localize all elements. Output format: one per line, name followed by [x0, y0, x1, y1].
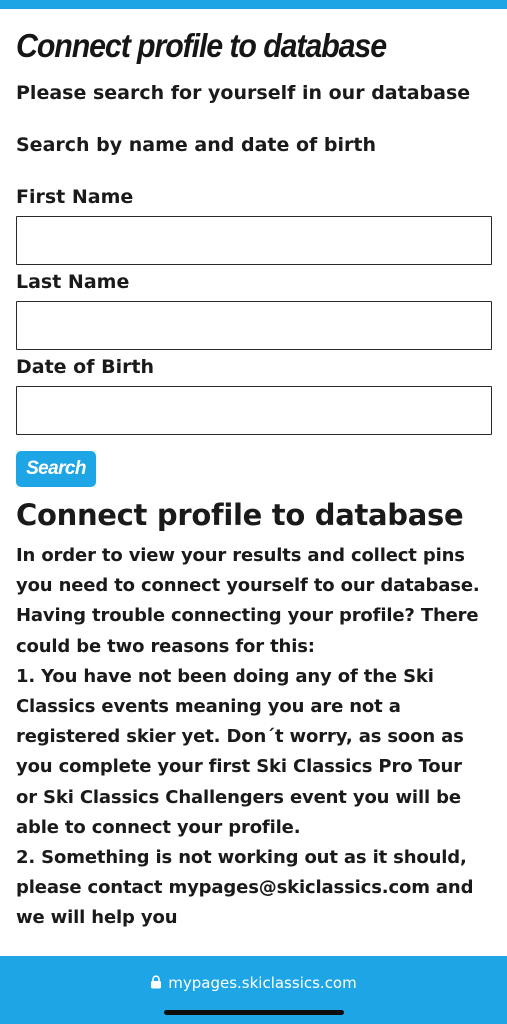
info-line: Having trouble connecting your profile? …	[16, 605, 479, 627]
page-title: Connect profile to database	[16, 27, 387, 64]
page-subtitle: Please search for yourself in our databa…	[16, 82, 471, 104]
main-content: Connect profile to database Please searc…	[16, 24, 494, 934]
home-indicator[interactable]	[164, 1010, 344, 1015]
info-paragraph: In order to view your results and collec…	[16, 541, 494, 934]
info-line: 1. You have not been doing any of the Sk…	[16, 665, 434, 687]
info-line: please contact mypages@skiclassics.com a…	[16, 877, 474, 899]
info-line: 2. Something is not working out as it sh…	[16, 847, 467, 869]
info-line: registered skier yet. Don´t worry, as so…	[16, 726, 464, 748]
search-instruction: Search by name and date of birth	[16, 134, 377, 156]
info-line: could be two reasons for this:	[16, 635, 315, 657]
first-name-input[interactable]	[16, 216, 492, 265]
info-line: Classics events meaning you are not a	[16, 696, 401, 718]
date-of-birth-label: Date of Birth	[16, 356, 155, 378]
info-line: In order to view your results and collec…	[16, 545, 465, 566]
lock-icon	[151, 975, 162, 989]
last-name-label: Last Name	[16, 271, 130, 293]
info-line: you need to connect yourself to our data…	[16, 575, 480, 597]
last-name-input[interactable]	[16, 301, 492, 350]
browser-address-bar: mypages.skiclassics.com	[0, 956, 507, 1024]
top-accent-bar	[0, 0, 507, 9]
info-line: able to connect your profile.	[16, 816, 301, 838]
url-text: mypages.skiclassics.com	[168, 974, 357, 992]
search-button[interactable]: Search	[16, 451, 96, 487]
info-line: you complete your first Ski Classics Pro…	[16, 756, 462, 778]
date-of-birth-input[interactable]	[16, 386, 492, 435]
search-form: Search by name and date of birth First N…	[16, 132, 494, 487]
info-line: or Ski Classics Challengers event you wi…	[16, 786, 461, 808]
info-line: we will help you	[16, 907, 178, 929]
first-name-label: First Name	[16, 186, 134, 208]
url-display[interactable]: mypages.skiclassics.com	[0, 973, 507, 993]
info-section-title: Connect profile to database	[16, 498, 464, 532]
